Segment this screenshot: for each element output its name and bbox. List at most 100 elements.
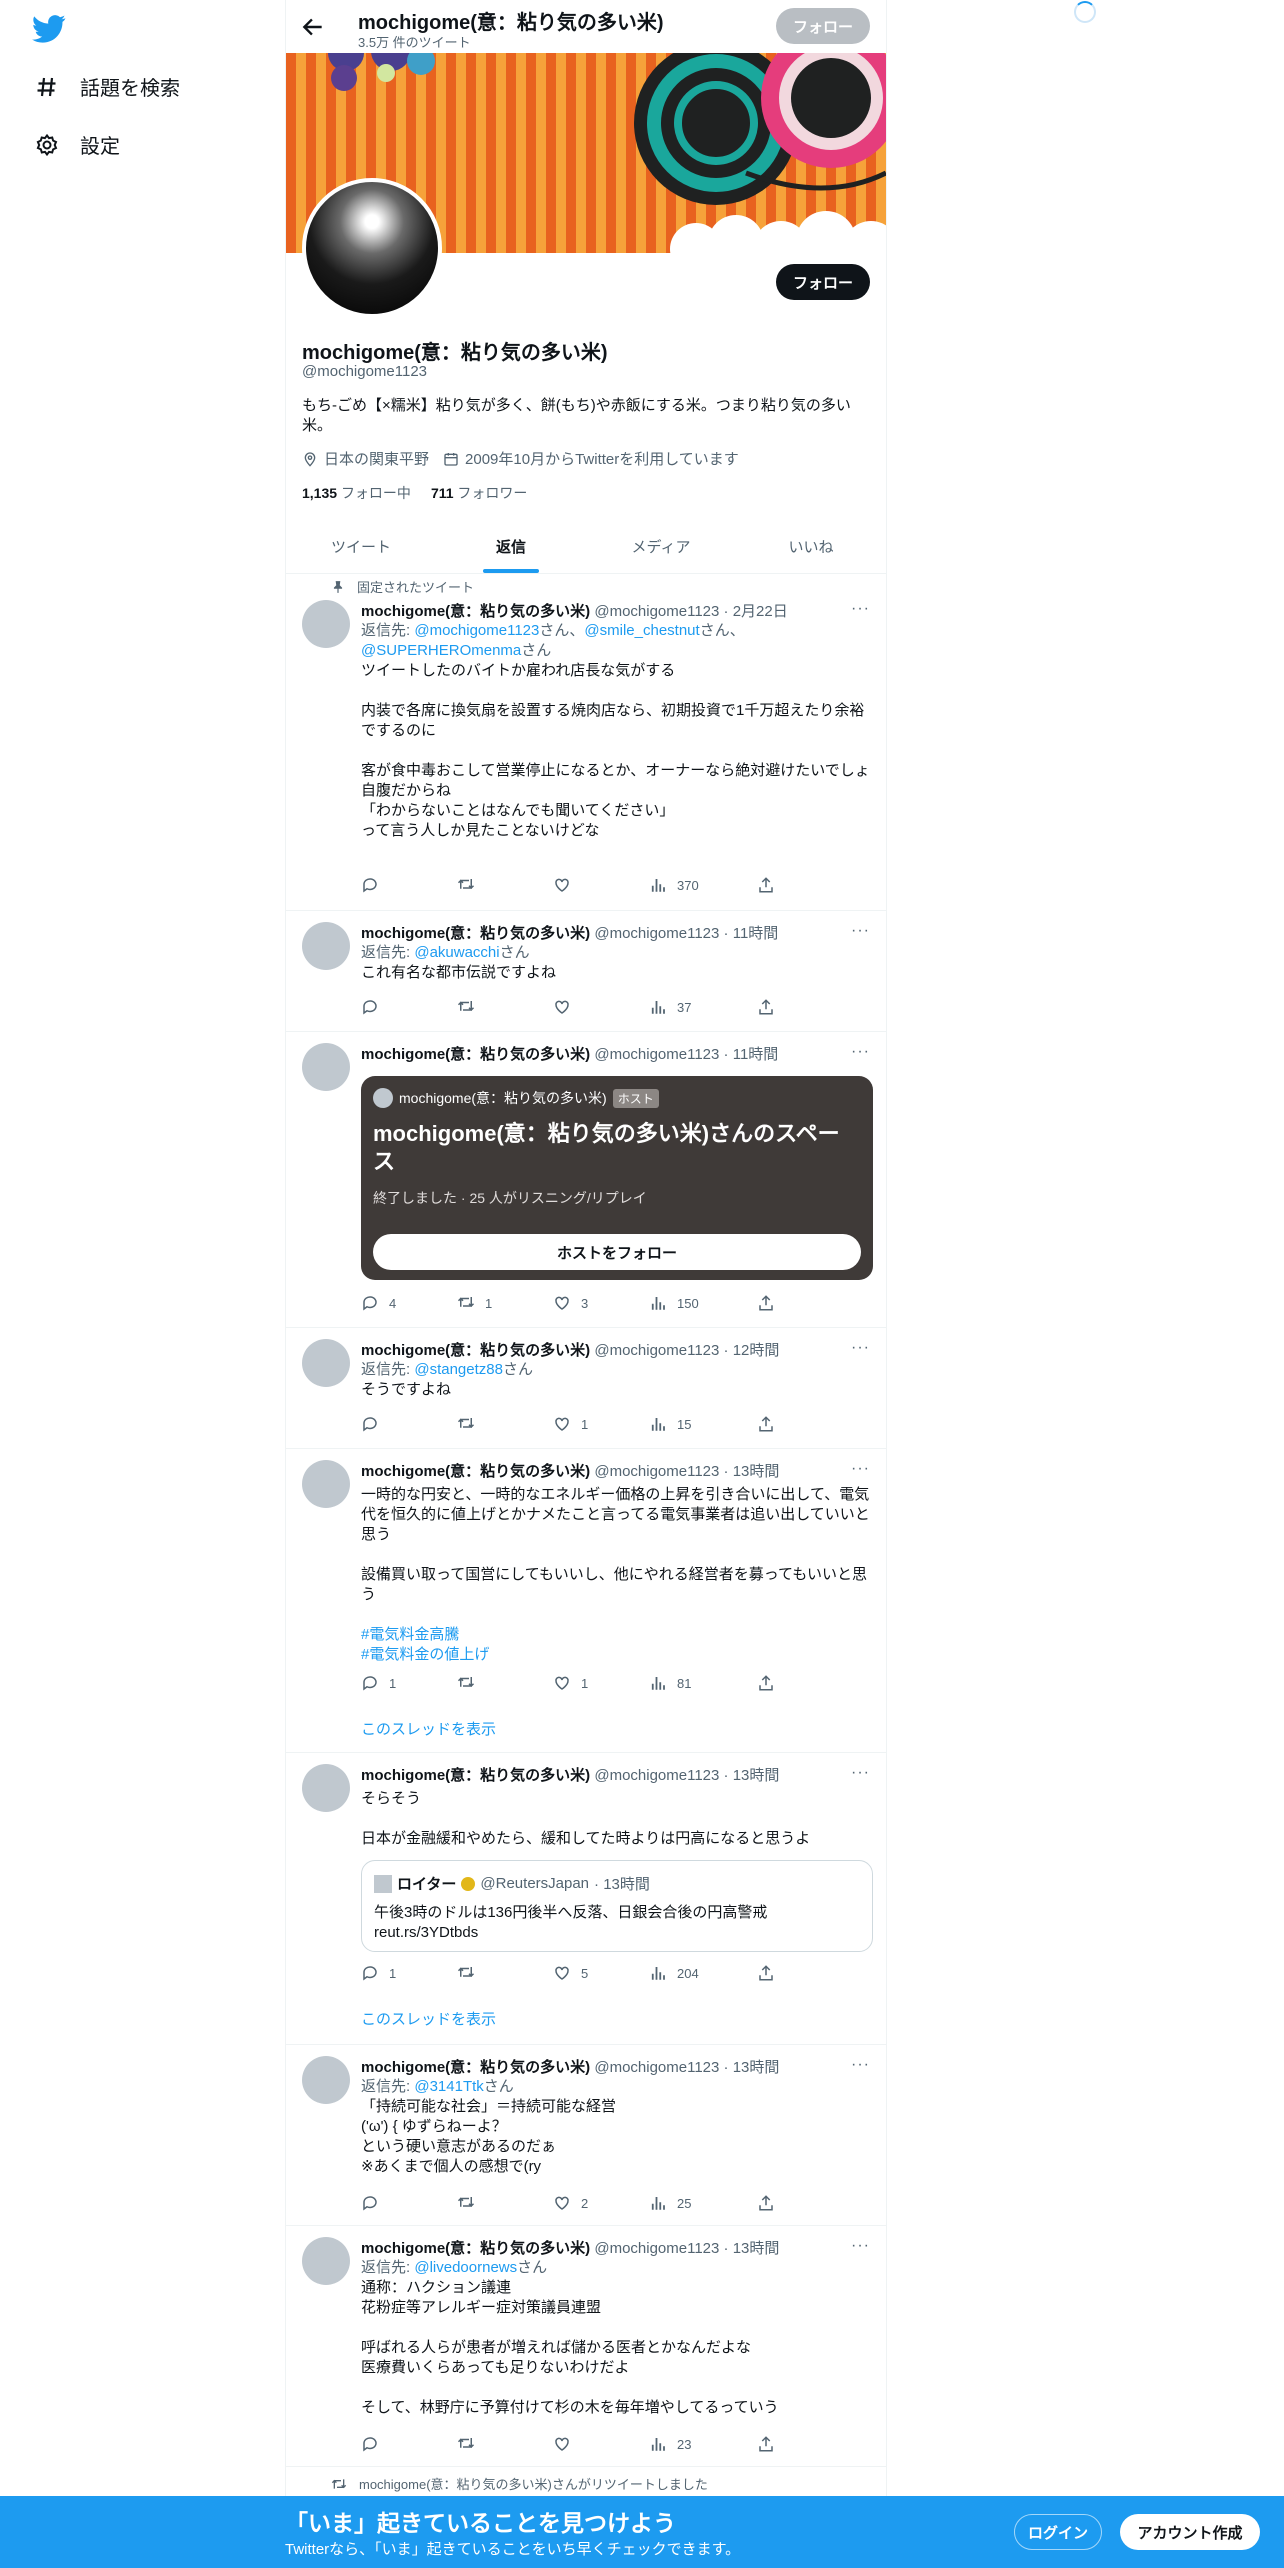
retweet-icon: [457, 1418, 475, 1429]
retweet-action[interactable]: 1: [457, 1294, 492, 1312]
reply-action[interactable]: 1: [361, 1964, 396, 1982]
views-icon: [651, 1297, 665, 1310]
like-action[interactable]: 1: [553, 1415, 588, 1433]
tweet-avatar[interactable]: [302, 1764, 350, 1812]
reply-action[interactable]: 4: [361, 1294, 396, 1312]
views-action[interactable]: 37: [649, 998, 691, 1016]
retweet-action[interactable]: [457, 1964, 485, 1982]
login-button[interactable]: ログイン: [1014, 2514, 1102, 2550]
share-action[interactable]: [757, 1964, 775, 1982]
reply-mention[interactable]: @smile_chestnut: [584, 622, 699, 639]
tweet-avatar[interactable]: [302, 2056, 350, 2104]
reply-to: 返信先: @3141Ttkさん: [361, 2078, 514, 2095]
tweet-avatar[interactable]: [302, 1460, 350, 1508]
reply-action[interactable]: [361, 876, 389, 894]
share-action[interactable]: [757, 2435, 775, 2453]
header-tweet-count: 3.5万 件のツイート: [358, 35, 471, 50]
reply-mention[interactable]: @stangetz88: [414, 1361, 503, 1378]
reply-action[interactable]: [361, 2435, 389, 2453]
tweet-avatar[interactable]: [302, 1043, 350, 1091]
reply-action[interactable]: [361, 1415, 389, 1433]
reply-mention[interactable]: @3141Ttk: [414, 2078, 483, 2095]
views-action[interactable]: 25: [649, 2194, 691, 2212]
quoted-tweet[interactable]: ロイター @ReutersJapan · 13時間 午後3時のドルは136円後半…: [361, 1860, 873, 1952]
tweet-avatar[interactable]: [302, 600, 350, 648]
views-action[interactable]: 23: [649, 2435, 691, 2453]
profile-tabs: ツイート 返信 メディア いいね: [286, 520, 886, 574]
views-icon: [651, 1677, 665, 1690]
reply-mention[interactable]: @livedoornews: [414, 2259, 517, 2276]
tweet-avatar[interactable]: [302, 1339, 350, 1387]
like-action[interactable]: [553, 2435, 581, 2453]
retweet-action[interactable]: [457, 2194, 485, 2212]
like-action[interactable]: [553, 998, 581, 1016]
reply-mention[interactable]: @SUPERHEROmenma: [361, 642, 521, 659]
share-icon: [759, 1295, 773, 1311]
retweet-action[interactable]: [457, 998, 485, 1016]
like-action[interactable]: [553, 876, 581, 894]
reply-action[interactable]: 1: [361, 1674, 396, 1692]
like-action[interactable]: 1: [553, 1674, 588, 1692]
reply-action[interactable]: [361, 2194, 389, 2212]
hashtag-link[interactable]: #電気料金の値上げ: [361, 1646, 489, 1663]
share-action[interactable]: [757, 2194, 775, 2212]
hashtag-link[interactable]: #電気料金高騰: [361, 1626, 459, 1643]
reply-mention[interactable]: @akuwacchi: [414, 944, 499, 961]
following-link[interactable]: 1,135 フォロー中: [302, 483, 411, 503]
like-icon: [555, 1676, 569, 1690]
tweet-text: これ有名な都市伝説ですよね: [361, 964, 557, 981]
header-follow-button[interactable]: フォロー: [776, 8, 870, 44]
reply-action[interactable]: [361, 998, 389, 1016]
tweet-avatar[interactable]: [302, 922, 350, 970]
share-action[interactable]: [757, 1674, 775, 1692]
tweet-item[interactable]: ··· mochigome(意：粘り気の多い米) @mochigome1123 …: [286, 2044, 886, 2226]
tweet-item[interactable]: ··· mochigome(意：粘り気の多い米) @mochigome1123 …: [286, 1448, 886, 1753]
back-arrow-icon[interactable]: [300, 14, 326, 40]
like-action[interactable]: 2: [553, 2194, 588, 2212]
retweet-action[interactable]: [457, 1415, 485, 1433]
share-action[interactable]: [757, 876, 775, 894]
show-thread-link[interactable]: このスレッドを表示: [361, 1718, 496, 1739]
retweet-action[interactable]: [457, 1674, 485, 1692]
reply-icon: [363, 1417, 377, 1432]
reply-icon: [363, 2437, 377, 2452]
tweet-body: mochigome(意：粘り気の多い米) @mochigome1123 · 13…: [361, 1764, 871, 1849]
retweet-action[interactable]: [457, 876, 485, 894]
tab-likes[interactable]: いいね: [736, 520, 886, 573]
tweet-item[interactable]: ··· mochigome(意：粘り気の多い米) @mochigome1123 …: [286, 574, 886, 911]
share-action[interactable]: [757, 1294, 775, 1312]
tweet-item[interactable]: ··· mochigome(意：粘り気の多い米) @mochigome1123 …: [286, 1327, 886, 1449]
follow-button[interactable]: フォロー: [776, 264, 870, 300]
follow-host-button[interactable]: ホストをフォロー: [373, 1234, 861, 1270]
nav-settings[interactable]: 設定: [34, 130, 120, 159]
reply-icon: [363, 1676, 377, 1691]
like-action[interactable]: 5: [553, 1964, 588, 1982]
profile-avatar[interactable]: [302, 178, 442, 318]
nav-explore[interactable]: 話題を検索: [34, 72, 180, 101]
tweet-item[interactable]: ··· mochigome(意：粘り気の多い米) @mochigome1123 …: [286, 910, 886, 1032]
views-action[interactable]: 204: [649, 1964, 699, 1982]
retweet-action[interactable]: [457, 2435, 485, 2453]
tab-replies[interactable]: 返信: [436, 520, 586, 573]
views-action[interactable]: 81: [649, 1674, 691, 1692]
views-action[interactable]: 150: [649, 1294, 699, 1312]
tweet-text: 「持続可能な社会」＝持続可能な経営 ('ω') { ゆずらねーよ？ という硬い意…: [361, 2098, 617, 2175]
show-thread-link[interactable]: このスレッドを表示: [361, 2008, 496, 2029]
followers-link[interactable]: 711 フォロワー: [431, 483, 527, 503]
like-action[interactable]: 3: [553, 1294, 588, 1312]
like-icon: [555, 2437, 569, 2451]
views-action[interactable]: 15: [649, 1415, 691, 1433]
tab-media[interactable]: メディア: [586, 520, 736, 573]
share-action[interactable]: [757, 998, 775, 1016]
tweet-item[interactable]: ··· mochigome(意：粘り気の多い米) @mochigome1123 …: [286, 2225, 886, 2467]
tweet-avatar[interactable]: [302, 2237, 350, 2285]
space-card[interactable]: mochigome(意：粘り気の多い米) ホスト mochigome(意：粘り気…: [361, 1076, 873, 1280]
views-action[interactable]: 370: [649, 876, 699, 894]
signup-button[interactable]: アカウント作成: [1120, 2514, 1260, 2550]
twitter-logo-icon[interactable]: [32, 14, 66, 44]
retweeted-note: mochigome(意：粘り気の多い米)さんがリツイートしました: [331, 2474, 708, 2493]
share-action[interactable]: [757, 1415, 775, 1433]
tweet-body: mochigome(意：粘り気の多い米) @mochigome1123 · 12…: [361, 1339, 871, 1400]
reply-mention[interactable]: @mochigome1123: [414, 622, 539, 639]
tab-tweets[interactable]: ツイート: [286, 520, 436, 573]
